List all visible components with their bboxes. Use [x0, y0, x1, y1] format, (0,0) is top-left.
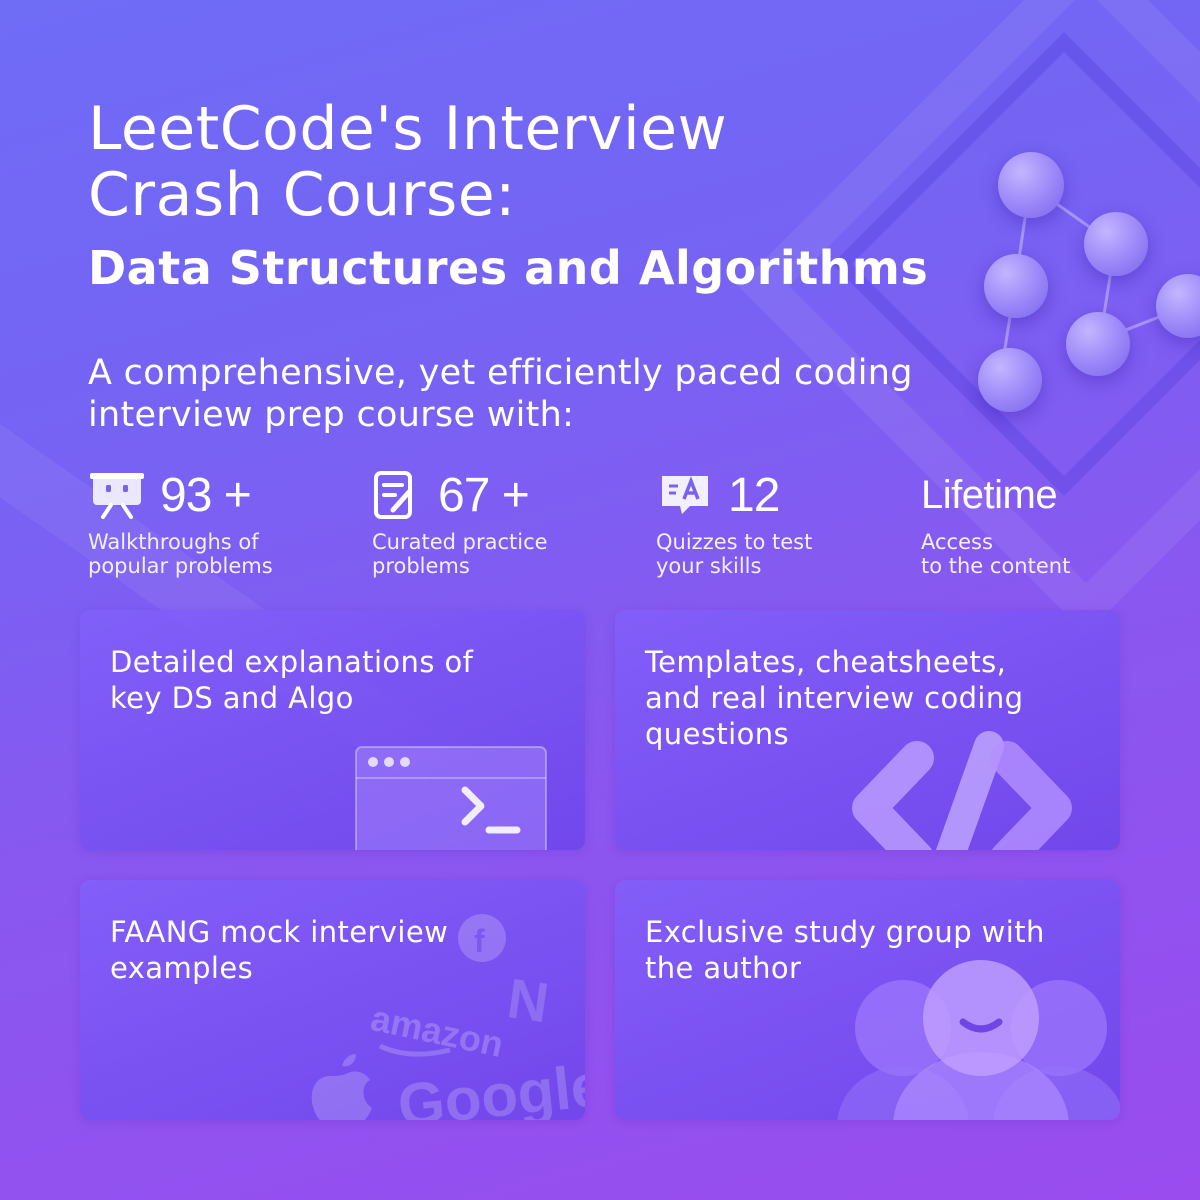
card-text-line: Detailed explanations of [110, 645, 474, 679]
stat-walkthroughs: 93 + Walkthroughs of popular problems [88, 466, 348, 579]
stat-number: Lifetime [921, 472, 1058, 517]
feature-card-mock-interviews: FAANG mock interview examples f N amazon… [80, 880, 585, 1120]
intro-text: A comprehensive, yet efficiently paced c… [88, 352, 1048, 436]
stat-quizzes: 12 Quizzes to test your skills [656, 466, 916, 579]
intro-line: A comprehensive, yet efficiently paced c… [88, 353, 913, 393]
tree-node [1084, 212, 1148, 276]
card-text: Exclusive study group with the author [645, 914, 1085, 986]
card-text-line: and real interview coding [645, 681, 1024, 715]
card-text-line: the author [645, 951, 802, 985]
presentation-icon [88, 470, 146, 520]
stat-desc-line: Curated practice [372, 530, 548, 554]
title-line: LeetCode's Interview [88, 94, 728, 164]
course-poster: LeetCode's Interview Crash Course: Data … [0, 0, 1200, 1200]
feature-card-explanations: Detailed explanations of key DS and Algo [80, 610, 585, 850]
stat-practice-problems: 67 + Curated practice problems [372, 466, 632, 579]
page-title: LeetCode's Interview Crash Course: [88, 96, 727, 228]
stat-desc-line: Access [921, 530, 993, 554]
card-text: Templates, cheatsheets, and real intervi… [645, 644, 1085, 752]
card-text-line: FAANG mock interview [110, 915, 449, 949]
stat-description: Walkthroughs of popular problems [88, 530, 328, 578]
intro-line: interview prep course with: [88, 395, 575, 435]
stat-desc-line: Walkthroughs of [88, 530, 259, 554]
card-text: FAANG mock interview examples [110, 914, 550, 986]
quiz-chat-icon [656, 470, 714, 520]
stat-lifetime-access: Lifetime Access to the content [921, 466, 1181, 579]
stat-desc-line: to the content [921, 554, 1071, 578]
card-text-line: questions [645, 717, 789, 751]
title-line: Crash Course: [88, 160, 516, 230]
stat-description: Access to the content [921, 530, 1161, 578]
stat-number: 93 + [160, 468, 252, 522]
stat-description: Quizzes to test your skills [656, 530, 896, 578]
document-edit-icon [372, 470, 416, 520]
card-text-line: Templates, cheatsheets, [645, 645, 1007, 679]
apple-logo-icon [311, 1054, 372, 1120]
terminal-window-icon [355, 746, 547, 850]
stat-number: 12 [728, 468, 780, 522]
stat-desc-line: problems [372, 554, 470, 578]
card-text: Detailed explanations of key DS and Algo [110, 644, 550, 716]
tree-node [984, 254, 1048, 318]
page-subtitle: Data Structures and Algorithms [88, 241, 929, 295]
stat-desc-line: popular problems [88, 554, 273, 578]
tree-node [1066, 312, 1130, 376]
card-text-line: key DS and Algo [110, 681, 354, 715]
feature-card-templates: Templates, cheatsheets, and real intervi… [615, 610, 1120, 850]
tree-node-root [998, 152, 1064, 218]
stat-desc-line: Quizzes to test [656, 530, 813, 554]
feature-card-study-group: Exclusive study group with the author [615, 880, 1120, 1120]
stat-number: 67 + [438, 468, 530, 522]
card-text-line: Exclusive study group with [645, 915, 1045, 949]
stat-description: Curated practice problems [372, 530, 612, 578]
card-text-line: examples [110, 951, 254, 985]
stat-desc-line: your skills [656, 554, 762, 578]
